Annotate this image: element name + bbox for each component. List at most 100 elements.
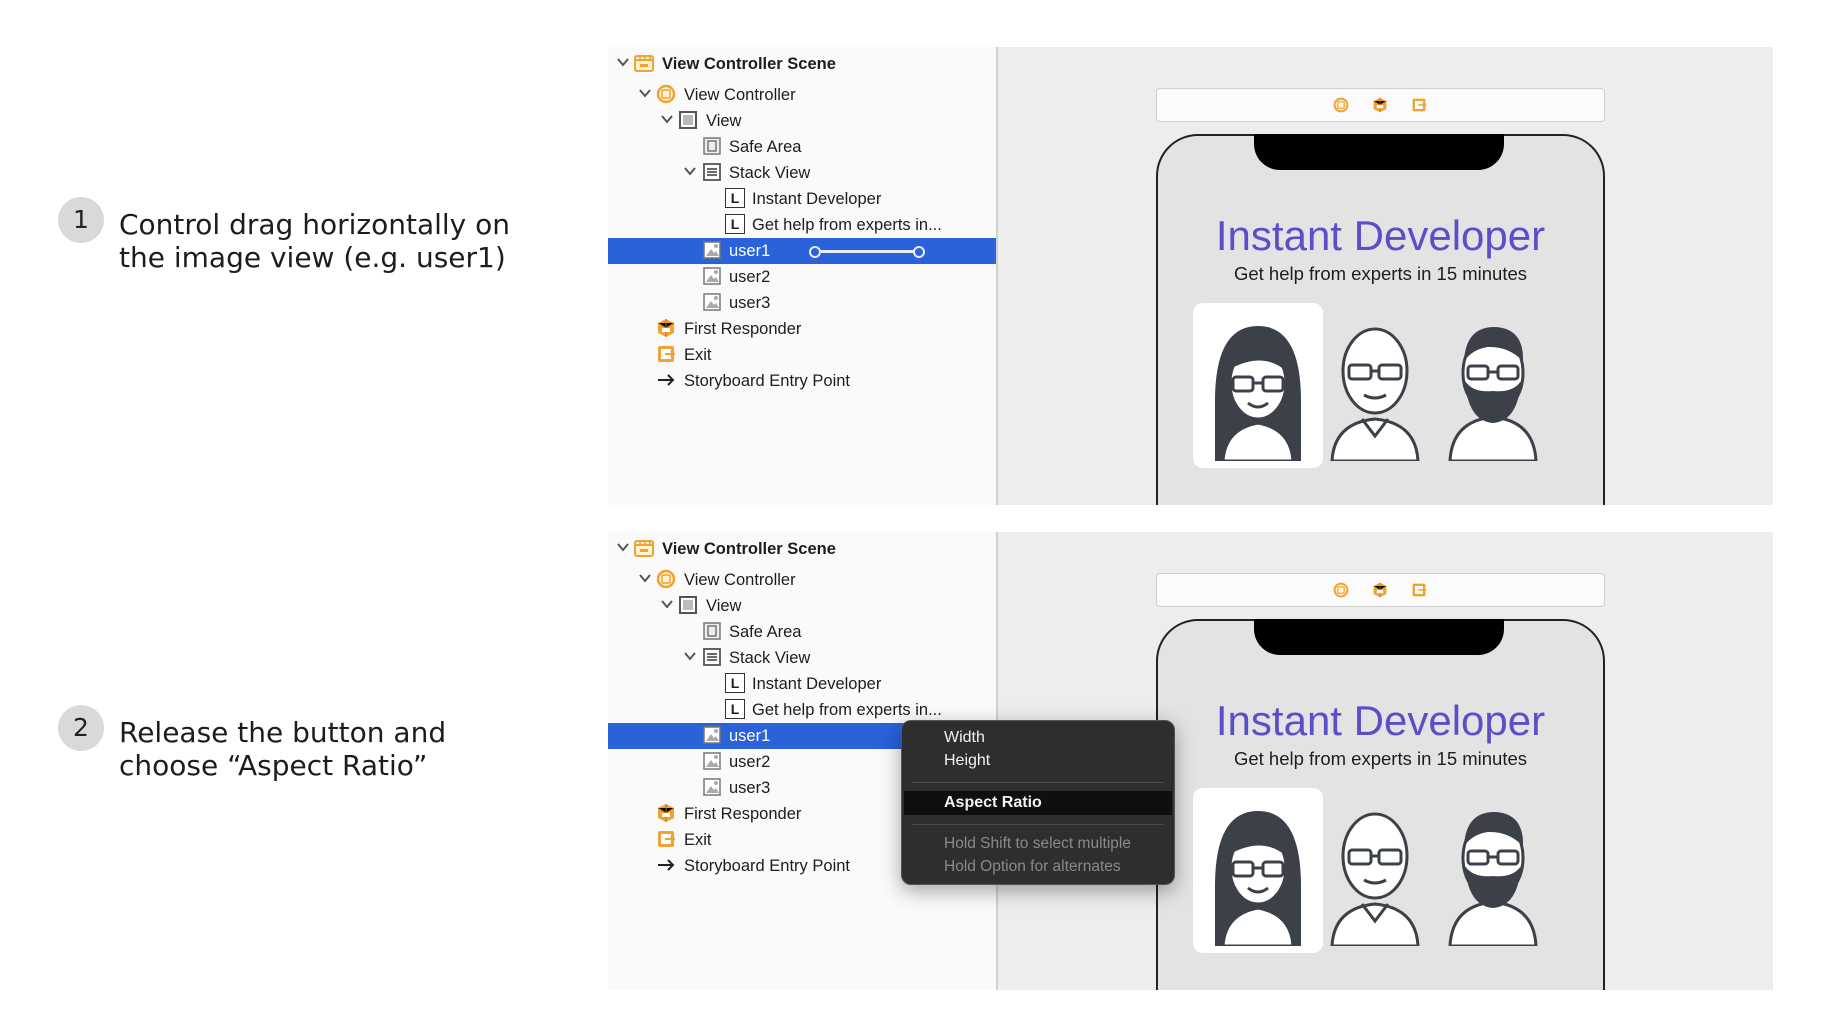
user1-image-view[interactable] bbox=[1193, 303, 1323, 468]
outline-item-user1[interactable]: user1 bbox=[608, 238, 996, 264]
outline-item-label: View Controller Scene bbox=[662, 540, 836, 558]
outline-item-label: Stack View bbox=[729, 164, 811, 182]
user1-image-view[interactable] bbox=[1193, 788, 1323, 953]
first-responder-icon bbox=[656, 803, 676, 823]
chevron-down-icon[interactable] bbox=[660, 112, 674, 126]
subtitle-label[interactable]: Get help from experts in 15 minutes bbox=[1158, 748, 1603, 770]
scene-icon bbox=[634, 538, 654, 558]
chevron-down-icon[interactable] bbox=[683, 164, 697, 178]
outline-item-label: First Responder bbox=[684, 805, 802, 823]
step-instruction: Release the button and choose “Aspect Ra… bbox=[119, 716, 447, 782]
document-outline: View Controller Scene View Controller Vi… bbox=[608, 47, 996, 505]
outline-item-label: Storyboard Entry Point bbox=[684, 857, 850, 875]
scene-dock bbox=[1156, 88, 1605, 122]
chevron-down-icon[interactable] bbox=[638, 86, 652, 100]
label-icon: L bbox=[725, 188, 745, 208]
outline-item-label: Safe Area bbox=[729, 138, 802, 156]
first-responder-icon[interactable] bbox=[1372, 582, 1388, 598]
avatar-bald-man-icon bbox=[1318, 796, 1432, 946]
exit-icon[interactable] bbox=[1411, 97, 1427, 113]
device-frame: Instant Developer Get help from experts … bbox=[1156, 134, 1605, 505]
storyboard-canvas[interactable]: Instant Developer Get help from experts … bbox=[998, 47, 1773, 505]
outline-item-exit[interactable]: Exit bbox=[608, 342, 996, 368]
menu-separator bbox=[912, 782, 1164, 783]
view-controller-icon bbox=[656, 84, 676, 104]
outline-item-user3[interactable]: user3 bbox=[608, 290, 996, 316]
outline-item-label: View Controller Scene bbox=[662, 55, 836, 73]
outline-item-safe-area[interactable]: Safe Area bbox=[608, 619, 996, 645]
chevron-down-icon[interactable] bbox=[683, 649, 697, 663]
outline-item-view[interactable]: View bbox=[608, 593, 996, 619]
view-controller-icon[interactable] bbox=[1333, 582, 1349, 598]
menu-item-height[interactable]: Height bbox=[944, 752, 990, 770]
xcode-screenshot-2: View Controller Scene View Controller Vi… bbox=[608, 532, 1773, 990]
outline-item-label: user3 bbox=[729, 294, 771, 312]
chevron-down-icon[interactable] bbox=[616, 540, 630, 554]
image-view-icon bbox=[702, 292, 722, 312]
outline-item-label-title[interactable]: L Instant Developer bbox=[608, 186, 996, 212]
avatar-bald-man-icon bbox=[1318, 311, 1432, 461]
image-view-icon bbox=[702, 777, 722, 797]
outline-item-label: Instant Developer bbox=[752, 190, 882, 208]
title-label[interactable]: Instant Developer bbox=[1158, 697, 1603, 745]
user3-image-view[interactable] bbox=[1428, 788, 1558, 953]
outline-item-view-controller[interactable]: View Controller bbox=[608, 567, 996, 593]
subtitle-label[interactable]: Get help from experts in 15 minutes bbox=[1158, 263, 1603, 285]
label-icon: L bbox=[725, 673, 745, 693]
user2-image-view[interactable] bbox=[1310, 303, 1440, 468]
user3-image-view[interactable] bbox=[1428, 303, 1558, 468]
outline-item-view[interactable]: View bbox=[608, 108, 996, 134]
outline-item-stack-view[interactable]: Stack View bbox=[608, 645, 996, 671]
view-icon bbox=[678, 595, 698, 615]
user2-image-view[interactable] bbox=[1310, 788, 1440, 953]
scene-dock bbox=[1156, 573, 1605, 607]
outline-item-user2[interactable]: user2 bbox=[608, 264, 996, 290]
chevron-down-icon[interactable] bbox=[660, 597, 674, 611]
avatar-bearded-man-icon bbox=[1436, 796, 1550, 946]
outline-item-label: View bbox=[706, 597, 742, 615]
xcode-screenshot-1: View Controller Scene View Controller Vi… bbox=[608, 47, 1773, 505]
first-responder-icon[interactable] bbox=[1372, 97, 1388, 113]
outline-item-scene[interactable]: View Controller Scene bbox=[608, 536, 996, 562]
menu-item-width[interactable]: Width bbox=[944, 729, 985, 747]
arrow-right-icon bbox=[656, 855, 676, 875]
outline-item-view-controller[interactable]: View Controller bbox=[608, 82, 996, 108]
constraint-context-menu: Width Height Aspect Ratio Hold Shift to … bbox=[901, 720, 1175, 885]
step-instruction: Control drag horizontally on the image v… bbox=[119, 208, 511, 274]
image-view-icon bbox=[702, 751, 722, 771]
outline-item-entry-point[interactable]: Storyboard Entry Point bbox=[608, 368, 996, 394]
outline-item-label: user2 bbox=[729, 268, 771, 286]
outline-item-label: Storyboard Entry Point bbox=[684, 372, 850, 390]
label-icon: L bbox=[725, 699, 745, 719]
avatar-woman-icon bbox=[1201, 796, 1315, 946]
outline-item-stack-view[interactable]: Stack View bbox=[608, 160, 996, 186]
step-number: 1 bbox=[58, 197, 104, 243]
outline-item-label-title[interactable]: L Instant Developer bbox=[608, 671, 996, 697]
outline-item-label: Exit bbox=[684, 346, 712, 364]
outline-item-safe-area[interactable]: Safe Area bbox=[608, 134, 996, 160]
view-controller-icon[interactable] bbox=[1333, 97, 1349, 113]
exit-icon[interactable] bbox=[1411, 582, 1427, 598]
device-notch bbox=[1254, 134, 1504, 170]
outline-item-first-responder[interactable]: First Responder bbox=[608, 316, 996, 342]
outline-item-label: user1 bbox=[729, 242, 771, 260]
outline-item-label: Stack View bbox=[729, 649, 811, 667]
label-icon: L bbox=[725, 214, 745, 234]
menu-item-aspect-ratio[interactable]: Aspect Ratio bbox=[944, 794, 1042, 812]
outline-item-label-subtitle[interactable]: L Get help from experts in... bbox=[608, 212, 996, 238]
chevron-down-icon[interactable] bbox=[638, 571, 652, 585]
outline-item-label: View bbox=[706, 112, 742, 130]
exit-icon bbox=[656, 829, 676, 849]
outline-item-label: Safe Area bbox=[729, 623, 802, 641]
arrow-right-icon bbox=[656, 370, 676, 390]
outline-item-label: Exit bbox=[684, 831, 712, 849]
outline-item-label: Get help from experts in... bbox=[752, 701, 942, 719]
view-controller-icon bbox=[656, 569, 676, 589]
outline-item-scene[interactable]: View Controller Scene bbox=[608, 51, 996, 77]
outline-item-label: user1 bbox=[729, 727, 771, 745]
device-frame: Instant Developer Get help from experts … bbox=[1156, 619, 1605, 990]
first-responder-icon bbox=[656, 318, 676, 338]
safe-area-icon bbox=[702, 621, 722, 641]
chevron-down-icon[interactable] bbox=[616, 55, 630, 69]
title-label[interactable]: Instant Developer bbox=[1158, 212, 1603, 260]
